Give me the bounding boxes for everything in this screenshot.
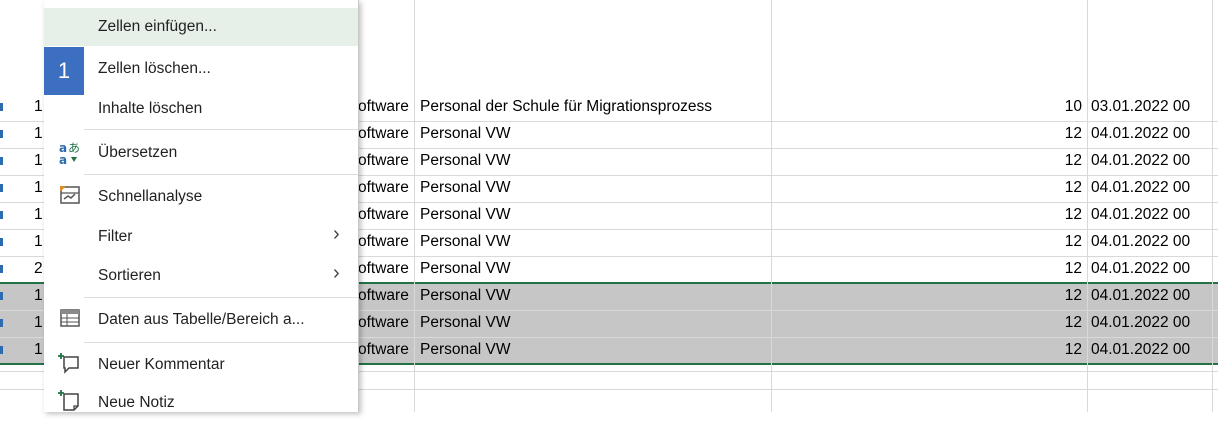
- menu-item-label: Schnellanalyse: [98, 188, 203, 205]
- cell-c[interactable]: oftware: [358, 310, 414, 336]
- cell-d[interactable]: Personal VW: [420, 256, 770, 282]
- cell-e[interactable]: 12: [1000, 229, 1082, 255]
- menu-separator: [84, 297, 358, 298]
- menu-item-label: Inhalte löschen: [98, 100, 203, 117]
- cell-f[interactable]: 03.01.2022 00: [1091, 94, 1212, 120]
- row-marker: [0, 211, 3, 219]
- menu-item-insert-cells[interactable]: Zellen einfügen...: [44, 8, 358, 46]
- cell-e[interactable]: 12: [1000, 256, 1082, 282]
- cell-a[interactable]: 1: [34, 310, 44, 336]
- menu-item-label: Zellen löschen...: [98, 60, 211, 77]
- column-divider: [1087, 0, 1088, 412]
- menu-item-label: Daten aus Tabelle/Bereich a...: [98, 311, 305, 328]
- column-divider: [414, 0, 415, 412]
- row-marker: [0, 292, 3, 300]
- cell-f[interactable]: 04.01.2022 00: [1091, 229, 1212, 255]
- cell-c[interactable]: oftware: [358, 256, 414, 282]
- menu-separator: [84, 174, 358, 175]
- cell-c[interactable]: oftware: [358, 94, 414, 120]
- svg-text:あ: あ: [68, 141, 80, 155]
- cell-e[interactable]: 12: [1000, 148, 1082, 174]
- row-marker: [0, 238, 3, 246]
- menu-item-delete-cells[interactable]: Zellen löschen...: [44, 52, 358, 90]
- cell-f[interactable]: 04.01.2022 00: [1091, 148, 1212, 174]
- cell-a[interactable]: 1: [34, 202, 44, 228]
- cell-c[interactable]: oftware: [358, 229, 414, 255]
- cell-f[interactable]: 04.01.2022 00: [1091, 283, 1212, 309]
- cell-c[interactable]: oftware: [358, 121, 414, 147]
- svg-text:a: a: [59, 153, 67, 167]
- cell-d[interactable]: Personal VW: [420, 310, 770, 336]
- cell-a[interactable]: 1: [34, 283, 44, 309]
- cell-f[interactable]: 04.01.2022 00: [1091, 175, 1212, 201]
- cell-c[interactable]: oftware: [358, 337, 414, 363]
- cell-d[interactable]: Personal VW: [420, 337, 770, 363]
- menu-item-translate[interactable]: a あ a Übersetzen: [44, 134, 358, 172]
- row-marker: [0, 130, 3, 138]
- cell-d[interactable]: Personal VW: [420, 229, 770, 255]
- cell-c[interactable]: oftware: [358, 202, 414, 228]
- menu-item-label: Neuer Kommentar: [98, 356, 225, 373]
- table-range-icon: [56, 305, 84, 333]
- cell-e[interactable]: 12: [1000, 310, 1082, 336]
- cell-c[interactable]: oftware: [358, 148, 414, 174]
- column-divider: [771, 0, 772, 412]
- translate-icon: a あ a: [56, 139, 84, 167]
- context-menu: 1 Zellen einfügen... Zellen löschen... I…: [44, 0, 359, 412]
- row-marker: [0, 103, 3, 111]
- menu-item-clear-contents[interactable]: Inhalte löschen: [44, 92, 358, 128]
- row-marker: [0, 346, 3, 354]
- row-marker: [0, 184, 3, 192]
- cell-f[interactable]: 04.01.2022 00: [1091, 337, 1212, 363]
- cell-d[interactable]: Personal VW: [420, 148, 770, 174]
- cell-a[interactable]: 1: [34, 229, 44, 255]
- cell-e[interactable]: 12: [1000, 283, 1082, 309]
- cell-c[interactable]: oftware: [358, 175, 414, 201]
- new-comment-icon: [56, 350, 84, 378]
- cell-d[interactable]: Personal VW: [420, 283, 770, 309]
- menu-item-sort[interactable]: Sortieren ›: [44, 258, 358, 294]
- menu-item-new-comment[interactable]: Neuer Kommentar: [44, 346, 358, 384]
- cell-a[interactable]: 1: [34, 175, 44, 201]
- cell-e[interactable]: 12: [1000, 121, 1082, 147]
- cell-a[interactable]: 1: [34, 337, 44, 363]
- cell-a[interactable]: 1: [34, 148, 44, 174]
- row-marker: [0, 319, 3, 327]
- quick-analysis-icon: [56, 182, 84, 210]
- cell-f[interactable]: 04.01.2022 00: [1091, 256, 1212, 282]
- cell-d[interactable]: Personal der Schule für Migrationsprozes…: [420, 94, 770, 120]
- cell-f[interactable]: 04.01.2022 00: [1091, 121, 1212, 147]
- menu-item-quick-analysis[interactable]: Schnellanalyse: [44, 178, 358, 214]
- menu-item-label: Filter: [98, 228, 133, 245]
- menu-item-label: Zellen einfügen...: [98, 18, 217, 35]
- cell-d[interactable]: Personal VW: [420, 121, 770, 147]
- column-divider: [1212, 0, 1213, 412]
- menu-item-filter[interactable]: Filter ›: [44, 218, 358, 256]
- cell-d[interactable]: Personal VW: [420, 202, 770, 228]
- cell-f[interactable]: 04.01.2022 00: [1091, 310, 1212, 336]
- row-marker: [0, 265, 3, 273]
- row-marker: [0, 157, 3, 165]
- cell-a[interactable]: 1: [34, 121, 44, 147]
- cell-e[interactable]: 12: [1000, 175, 1082, 201]
- cell-e[interactable]: 10: [1000, 94, 1082, 120]
- menu-item-label: Übersetzen: [98, 144, 178, 161]
- cell-d[interactable]: Personal VW: [420, 175, 770, 201]
- cell-e[interactable]: 12: [1000, 337, 1082, 363]
- menu-item-data-from-table[interactable]: Daten aus Tabelle/Bereich a...: [44, 302, 358, 340]
- cell-c[interactable]: oftware: [358, 283, 414, 309]
- chevron-right-icon: ›: [333, 262, 340, 284]
- cell-a[interactable]: 2: [34, 256, 44, 282]
- cell-a[interactable]: 1: [34, 94, 44, 120]
- menu-item-label: Sortieren: [98, 267, 161, 284]
- cell-e[interactable]: 12: [1000, 202, 1082, 228]
- menu-separator: [84, 342, 358, 343]
- menu-item-label: Neue Notiz: [98, 394, 175, 411]
- cell-f[interactable]: 04.01.2022 00: [1091, 202, 1212, 228]
- menu-separator: [84, 129, 358, 130]
- chevron-right-icon: ›: [333, 223, 340, 245]
- menu-item-new-note[interactable]: Neue Notiz: [44, 386, 358, 412]
